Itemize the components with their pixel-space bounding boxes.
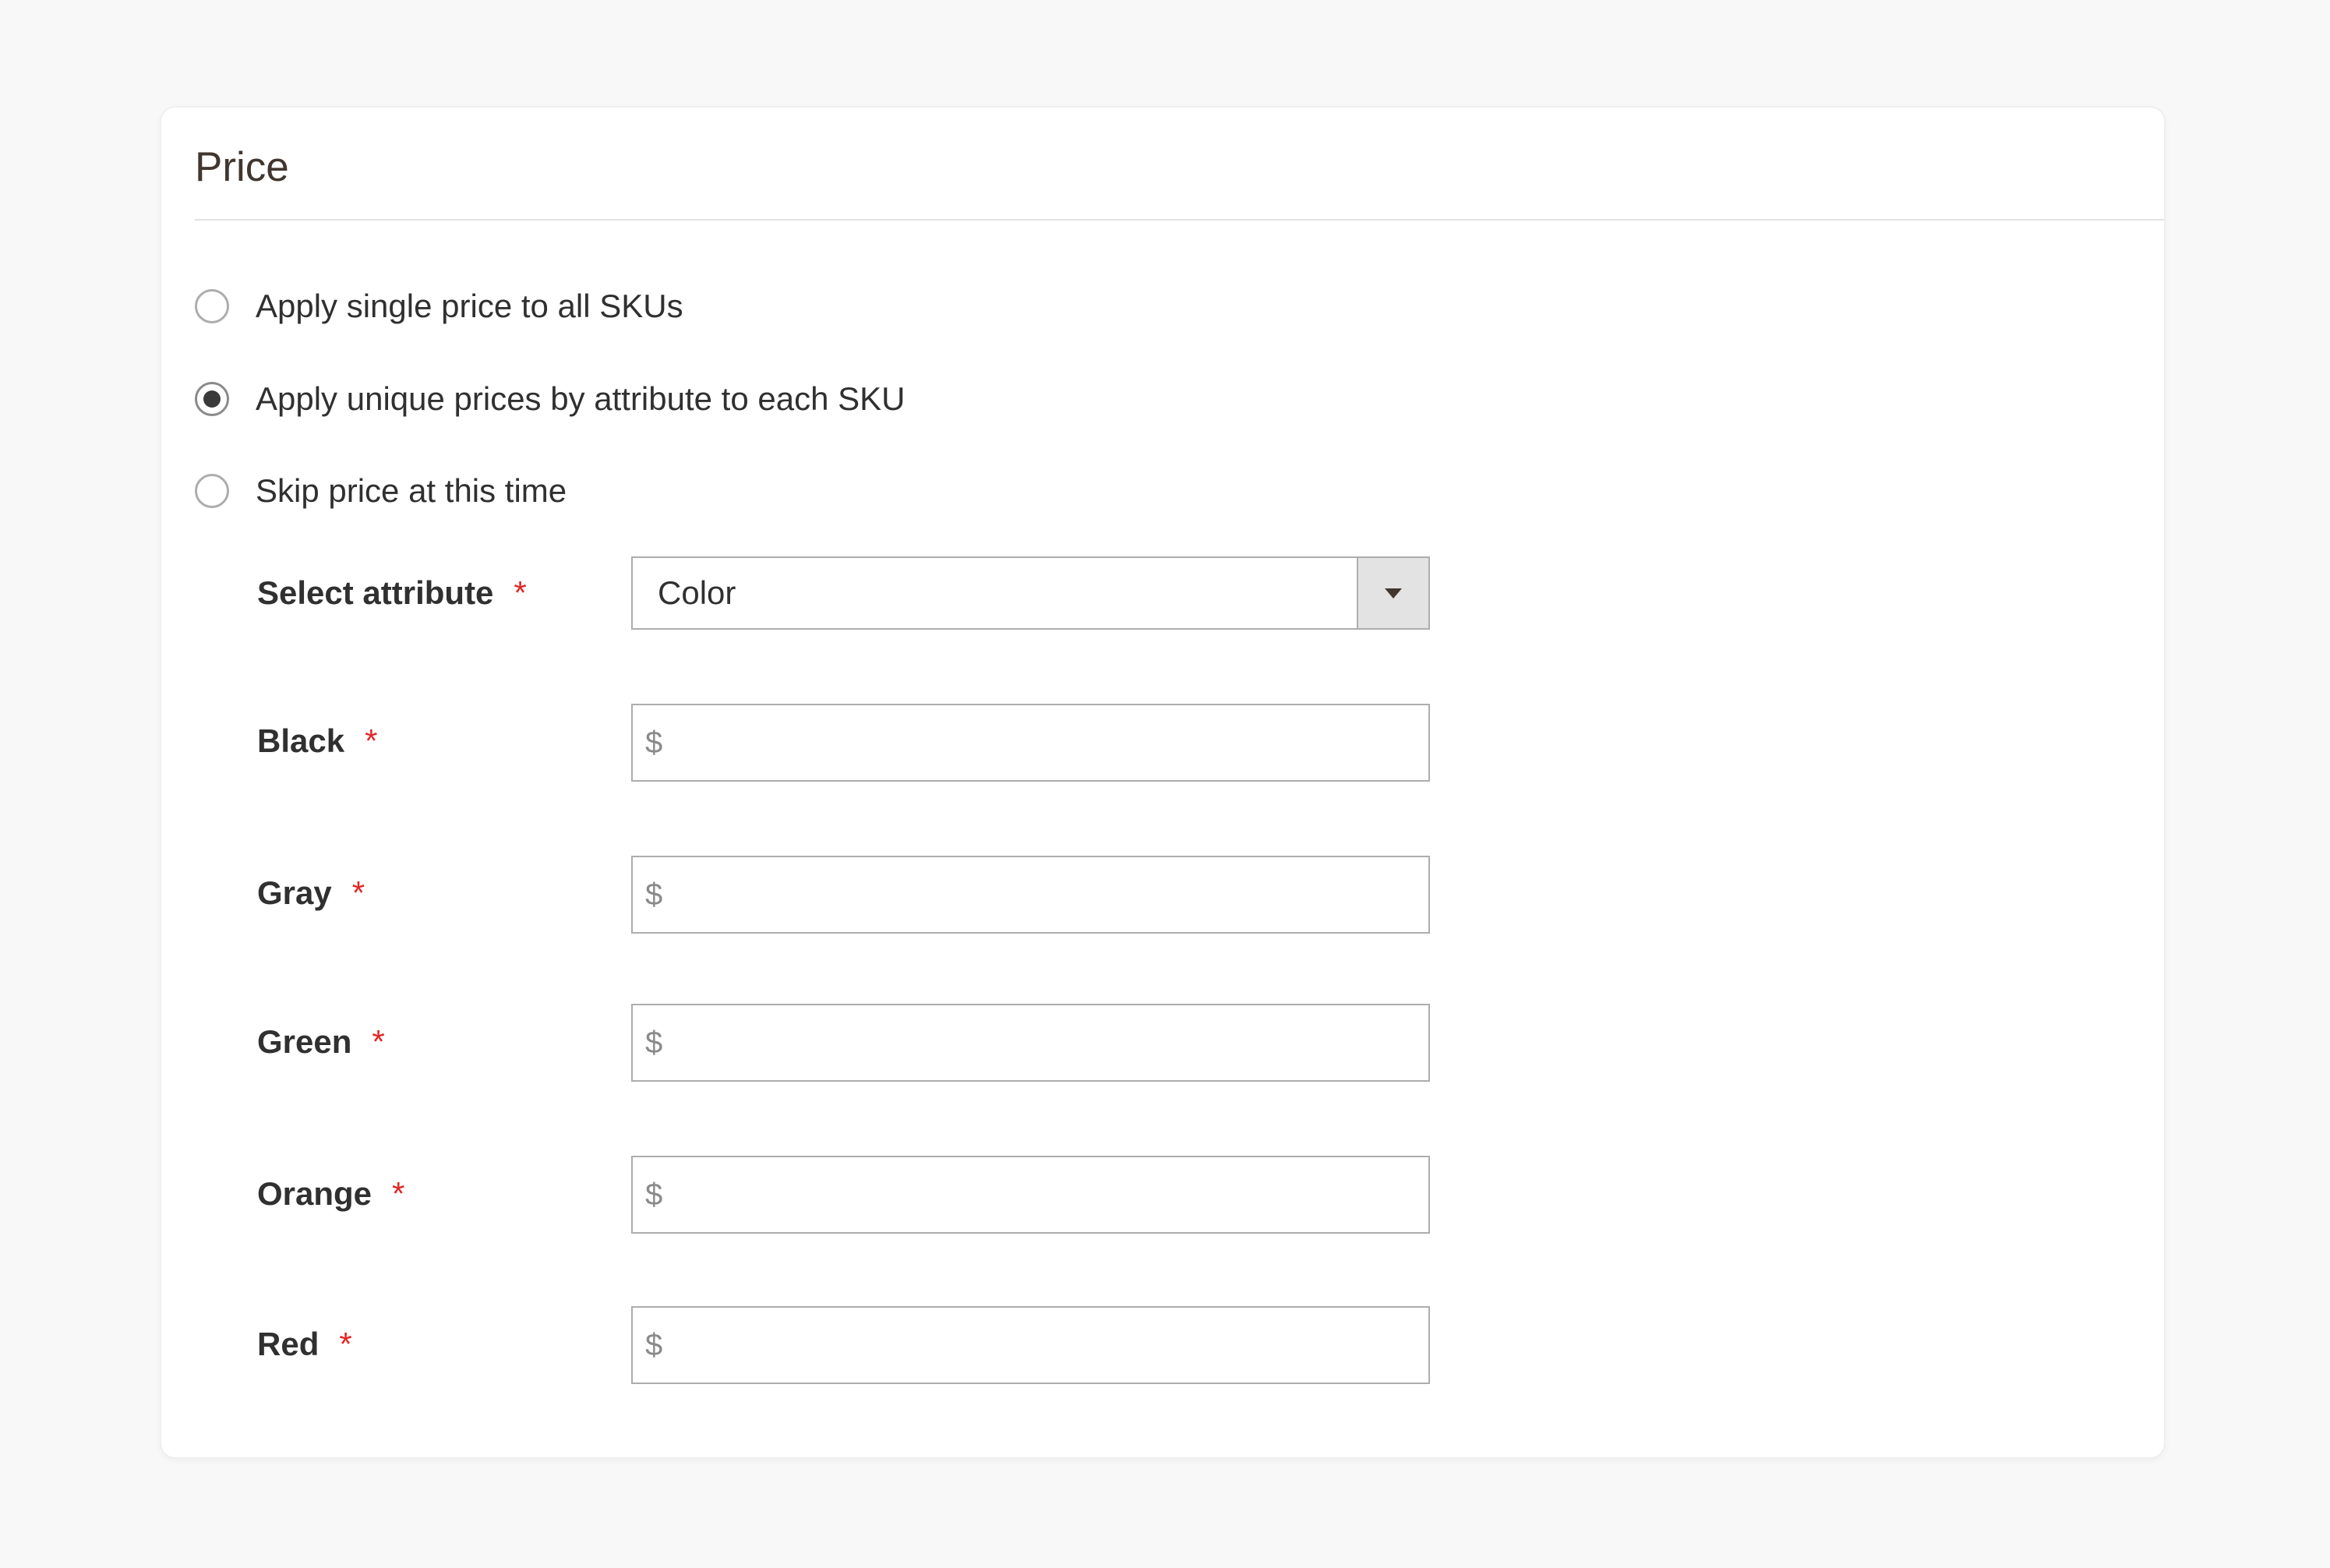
required-marker: * [351, 874, 365, 911]
price-field-red[interactable] [676, 1308, 1409, 1383]
price-input-gray[interactable]: $ [631, 856, 1430, 934]
required-marker: * [514, 574, 527, 611]
radio-apply-single-price[interactable]: Apply single price to all SKUs [195, 284, 683, 328]
section-title: Price [195, 144, 289, 190]
radio-label: Skip price at this time [256, 472, 567, 509]
attribute-select[interactable]: Color [631, 556, 1430, 630]
required-marker: * [365, 722, 378, 759]
currency-prefix: $ [645, 726, 663, 760]
price-label-text: Gray [257, 874, 332, 911]
price-label-gray: Gray * [257, 871, 365, 915]
price-label-text: Black [257, 722, 345, 759]
price-panel: Price Apply single price to all SKUs App… [161, 108, 2164, 1457]
price-label-black: Black * [257, 719, 377, 763]
price-input-red[interactable]: $ [631, 1306, 1430, 1384]
price-label-text: Orange [257, 1175, 372, 1212]
price-input-orange[interactable]: $ [631, 1156, 1430, 1234]
price-label-text: Green [257, 1023, 352, 1060]
price-label-text: Red [257, 1326, 319, 1362]
price-field-green[interactable] [676, 1005, 1409, 1080]
title-divider [195, 219, 2164, 221]
radio-button[interactable] [195, 289, 229, 323]
price-field-orange[interactable] [676, 1157, 1409, 1232]
select-attribute-label-text: Select attribute [257, 574, 494, 611]
select-attribute-label: Select attribute * [257, 571, 527, 615]
select-dropdown-button[interactable] [1357, 558, 1428, 628]
radio-label: Apply unique prices by attribute to each… [256, 380, 906, 417]
required-marker: * [392, 1175, 405, 1212]
attribute-select-value: Color [658, 574, 736, 611]
currency-prefix: $ [645, 1178, 663, 1212]
radio-button[interactable] [195, 474, 229, 508]
price-label-orange: Orange * [257, 1172, 404, 1216]
price-input-black[interactable]: $ [631, 704, 1430, 782]
radio-button-checked[interactable] [195, 382, 229, 416]
currency-prefix: $ [645, 1026, 663, 1060]
currency-prefix: $ [645, 1328, 663, 1362]
price-input-green[interactable]: $ [631, 1004, 1430, 1082]
price-label-red: Red * [257, 1323, 352, 1366]
required-marker: * [372, 1023, 385, 1060]
radio-apply-unique-prices[interactable]: Apply unique prices by attribute to each… [195, 377, 905, 421]
chevron-down-icon [1385, 588, 1402, 599]
price-field-gray[interactable] [676, 857, 1409, 932]
price-field-black[interactable] [676, 705, 1409, 780]
currency-prefix: $ [645, 878, 663, 912]
radio-label: Apply single price to all SKUs [256, 288, 683, 324]
radio-skip-price[interactable]: Skip price at this time [195, 469, 567, 513]
price-label-green: Green * [257, 1020, 385, 1064]
required-marker: * [339, 1326, 352, 1362]
